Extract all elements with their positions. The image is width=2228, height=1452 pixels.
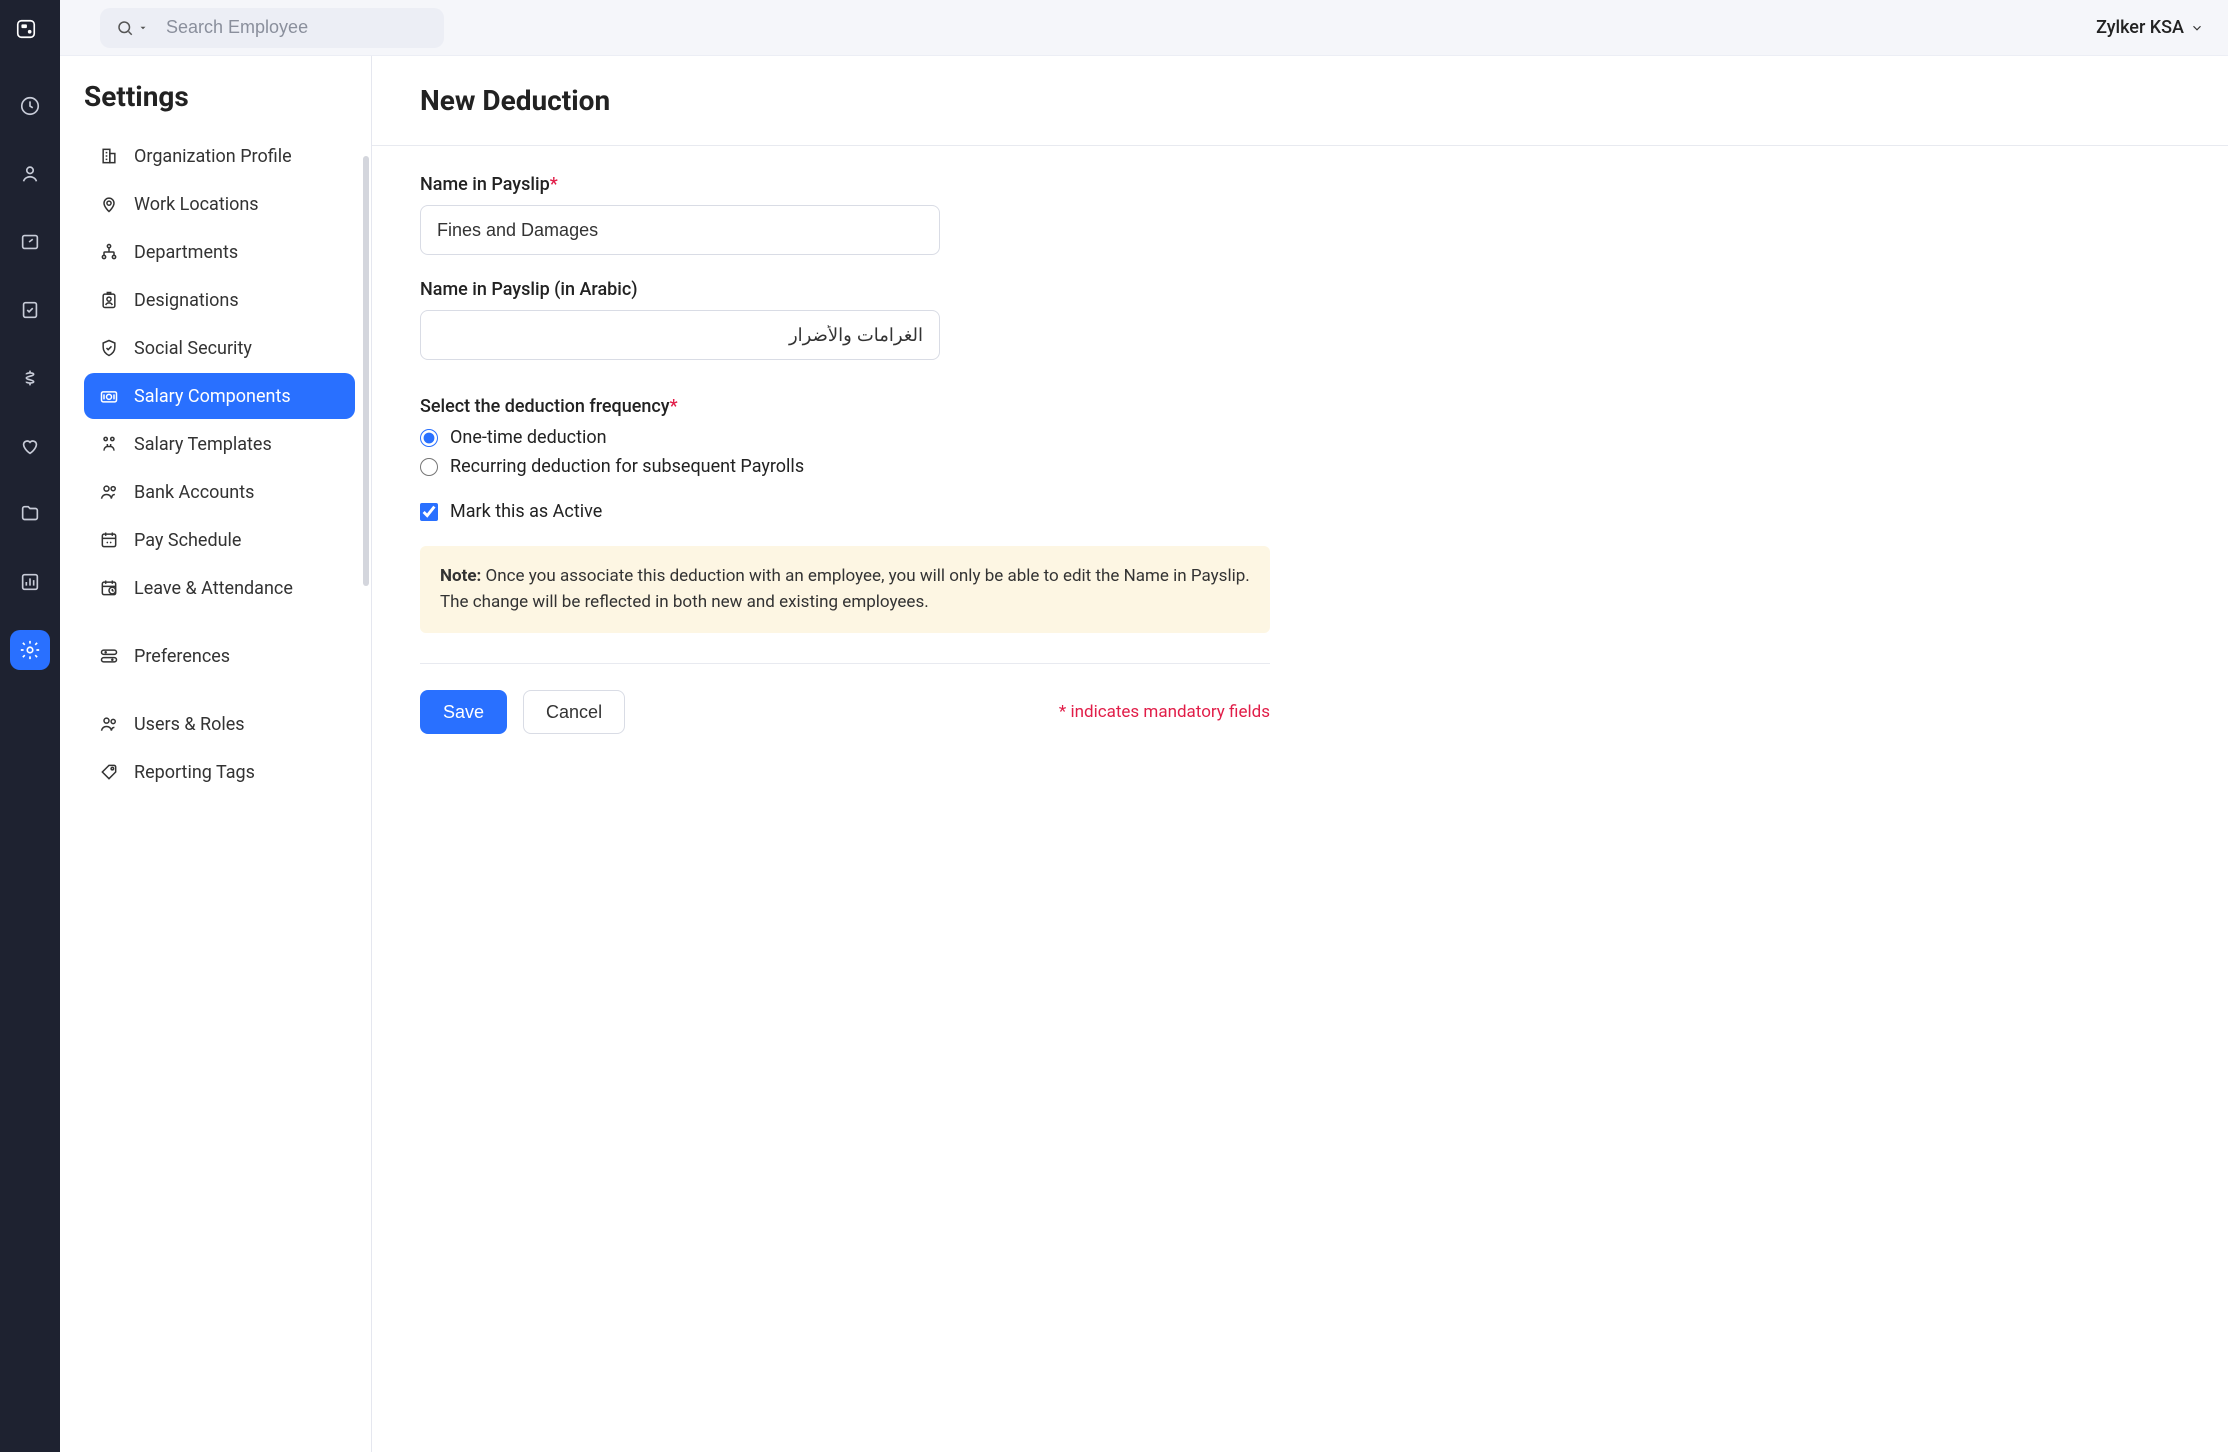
active-checkbox[interactable] [420, 503, 438, 521]
app-logo-icon [15, 18, 45, 48]
org-switcher[interactable]: Zylker KSA [2096, 17, 2204, 38]
money-icon [98, 385, 120, 407]
rail-dashboard[interactable] [10, 86, 50, 126]
frequency-recurring[interactable]: Recurring deduction for subsequent Payro… [420, 456, 2180, 477]
rail-benefits[interactable] [10, 426, 50, 466]
note-prefix: Note: [440, 566, 481, 586]
chevron-down-icon [2190, 21, 2204, 35]
settings-title: Settings [84, 80, 355, 113]
settings-item-bank-accounts[interactable]: Bank Accounts [84, 469, 355, 515]
rail-loans[interactable] [10, 358, 50, 398]
settings-item-label: Departments [134, 242, 238, 263]
org-icon [98, 241, 120, 263]
search-wrap [100, 8, 444, 48]
settings-item-label: Organization Profile [134, 146, 292, 167]
frequency-onetime-radio[interactable] [420, 429, 438, 447]
settings-item-salary-templates[interactable]: Salary Templates [84, 421, 355, 467]
save-button[interactable]: Save [420, 690, 507, 734]
settings-item-designations[interactable]: Designations [84, 277, 355, 323]
id-icon [98, 289, 120, 311]
icon-rail [0, 0, 60, 1452]
settings-item-reporting-tags[interactable]: Reporting Tags [84, 749, 355, 795]
bank-icon [98, 481, 120, 503]
leave-icon [98, 577, 120, 599]
note-text: Once you associate this deduction with a… [440, 566, 1250, 612]
settings-item-label: Salary Templates [134, 434, 272, 455]
settings-item-label: Designations [134, 290, 239, 311]
settings-item-label: Social Security [134, 338, 252, 359]
settings-item-label: Users & Roles [134, 714, 245, 735]
tag-icon [98, 761, 120, 783]
schedule-icon [98, 529, 120, 551]
settings-sidebar: Settings Organization Profile Work Locati… [60, 56, 372, 1452]
settings-item-leave-attendance[interactable]: Leave & Attendance [84, 565, 355, 611]
scrollbar-indicator[interactable] [363, 156, 369, 586]
settings-item-label: Work Locations [134, 194, 259, 215]
topbar: Zylker KSA [60, 0, 2228, 56]
frequency-onetime[interactable]: One-time deduction [420, 427, 2180, 448]
frequency-label: Select the deduction frequency* [420, 396, 2180, 417]
rail-reports[interactable] [10, 562, 50, 602]
rail-people[interactable] [10, 154, 50, 194]
settings-item-label: Preferences [134, 646, 230, 667]
settings-item-label: Leave & Attendance [134, 578, 293, 599]
settings-item-salary-components[interactable]: Salary Components [84, 373, 355, 419]
settings-item-work-locations[interactable]: Work Locations [84, 181, 355, 227]
shield-icon [98, 337, 120, 359]
settings-item-preferences[interactable]: Preferences [84, 633, 355, 679]
rail-settings[interactable] [10, 630, 50, 670]
rail-payroll[interactable] [10, 222, 50, 262]
settings-item-label: Bank Accounts [134, 482, 254, 503]
settings-item-label: Pay Schedule [134, 530, 241, 551]
divider [372, 145, 2228, 146]
users-icon [98, 713, 120, 735]
content-panel: New Deduction Name in Payslip* Name in P… [372, 56, 2228, 1452]
rail-approvals[interactable] [10, 290, 50, 330]
required-asterisk: * [670, 396, 678, 417]
search-input[interactable] [158, 8, 438, 48]
note-box: Note: Once you associate this deduction … [420, 546, 1270, 633]
rail-documents[interactable] [10, 494, 50, 534]
settings-item-pay-schedule[interactable]: Pay Schedule [84, 517, 355, 563]
building-icon [98, 145, 120, 167]
frequency-recurring-radio[interactable] [420, 458, 438, 476]
required-asterisk: * [550, 174, 558, 195]
name-ar-label: Name in Payslip (in Arabic) [420, 279, 2180, 300]
active-checkbox-row[interactable]: Mark this as Active [420, 501, 2180, 522]
form-actions: Save Cancel * indicates mandatory fields [420, 663, 1270, 734]
mandatory-note: * indicates mandatory fields [1059, 702, 1270, 722]
settings-item-label: Salary Components [134, 386, 291, 407]
search-scope-picker[interactable] [106, 19, 158, 37]
settings-item-users-roles[interactable]: Users & Roles [84, 701, 355, 747]
name-ar-input[interactable] [420, 310, 940, 360]
cancel-button[interactable]: Cancel [523, 690, 625, 734]
name-label: Name in Payslip* [420, 174, 2180, 195]
settings-item-social-security[interactable]: Social Security [84, 325, 355, 371]
settings-item-departments[interactable]: Departments [84, 229, 355, 275]
pin-icon [98, 193, 120, 215]
org-name: Zylker KSA [2096, 17, 2184, 38]
page-title: New Deduction [420, 84, 2180, 117]
settings-item-label: Reporting Tags [134, 762, 255, 783]
prefs-icon [98, 645, 120, 667]
settings-item-organization-profile[interactable]: Organization Profile [84, 133, 355, 179]
name-input[interactable] [420, 205, 940, 255]
template-icon [98, 433, 120, 455]
